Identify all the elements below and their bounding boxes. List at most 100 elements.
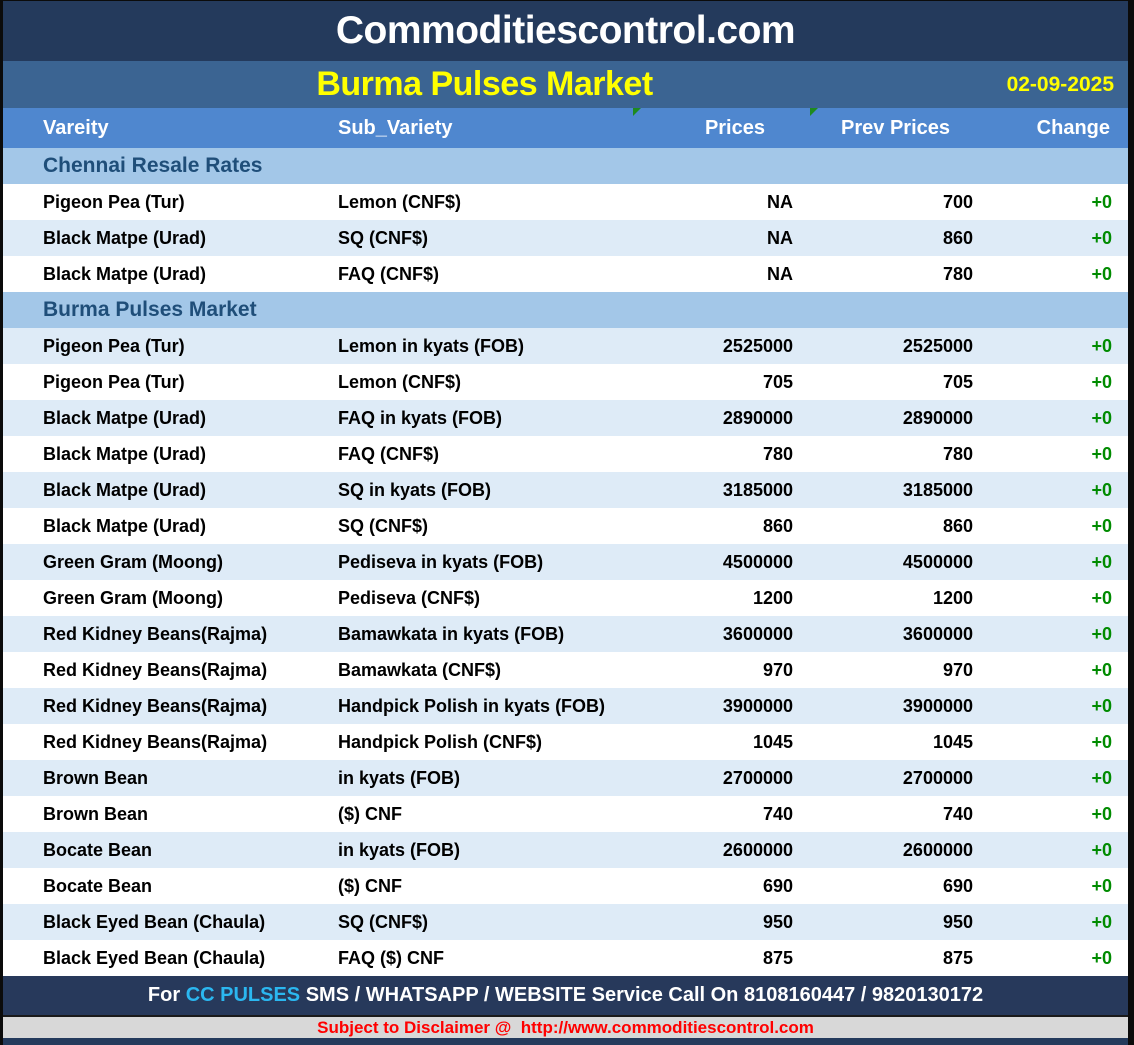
- price-cell: 740: [633, 796, 810, 832]
- prev-price-cell: 2600000: [810, 832, 990, 868]
- change-cell: +0: [990, 364, 1128, 400]
- price-cell: 950: [633, 904, 810, 940]
- report-title: Burma Pulses Market: [316, 65, 652, 104]
- sub-variety-cell: ($) CNF: [330, 796, 633, 832]
- variety-cell: Red Kidney Beans(Rajma): [3, 724, 330, 760]
- sub-variety-cell: ($) CNF: [330, 868, 633, 904]
- column-header-sub-variety: Sub_Variety: [330, 108, 633, 148]
- variety-cell: Black Matpe (Urad): [3, 436, 330, 472]
- table-row: Black Matpe (Urad)FAQ in kyats (FOB)2890…: [3, 400, 1128, 436]
- prev-price-cell: 875: [810, 940, 990, 976]
- sub-variety-cell: Bamawkata (CNF$): [330, 652, 633, 688]
- table-row: Red Kidney Beans(Rajma)Handpick Polish (…: [3, 724, 1128, 760]
- table-row: Green Gram (Moong)Pediseva in kyats (FOB…: [3, 544, 1128, 580]
- price-cell: 4500000: [633, 544, 810, 580]
- price-cell: 970: [633, 652, 810, 688]
- price-cell: 860: [633, 508, 810, 544]
- table-row: Red Kidney Beans(Rajma)Bamawkata in kyat…: [3, 616, 1128, 652]
- prev-price-cell: 780: [810, 436, 990, 472]
- variety-cell: Black Matpe (Urad): [3, 400, 330, 436]
- price-cell: 690: [633, 868, 810, 904]
- table-row: Pigeon Pea (Tur)Lemon (CNF$)NA700+0: [3, 184, 1128, 220]
- column-header-variety: Vareity: [3, 108, 330, 148]
- variety-cell: Brown Bean: [3, 760, 330, 796]
- variety-cell: Black Matpe (Urad): [3, 472, 330, 508]
- change-cell: +0: [990, 580, 1128, 616]
- change-cell: +0: [990, 832, 1128, 868]
- change-cell: +0: [990, 400, 1128, 436]
- variety-cell: Green Gram (Moong): [3, 580, 330, 616]
- sub-variety-cell: FAQ (CNF$): [330, 256, 633, 292]
- prev-price-cell: 690: [810, 868, 990, 904]
- change-cell: +0: [990, 724, 1128, 760]
- prev-price-cell: 3185000: [810, 472, 990, 508]
- sub-variety-cell: Handpick Polish in kyats (FOB): [330, 688, 633, 724]
- change-cell: +0: [990, 508, 1128, 544]
- prev-price-cell: 970: [810, 652, 990, 688]
- price-cell: NA: [633, 256, 810, 292]
- prev-price-cell: 2525000: [810, 328, 990, 364]
- price-cell: 3185000: [633, 472, 810, 508]
- table-row: Black Matpe (Urad)FAQ (CNF$)780780+0: [3, 436, 1128, 472]
- prev-price-cell: 4500000: [810, 544, 990, 580]
- sub-variety-cell: SQ (CNF$): [330, 220, 633, 256]
- column-header-change: Change: [990, 108, 1128, 148]
- service-brand: CC PULSES: [186, 984, 300, 1007]
- price-cell: 2700000: [633, 760, 810, 796]
- report-page: Commoditiescontrol.com Burma Pulses Mark…: [0, 0, 1134, 1045]
- change-cell: +0: [990, 688, 1128, 724]
- table-row: Black Matpe (Urad)SQ (CNF$)NA860+0: [3, 220, 1128, 256]
- variety-cell: Pigeon Pea (Tur): [3, 184, 330, 220]
- variety-cell: Red Kidney Beans(Rajma): [3, 688, 330, 724]
- price-cell: 1045: [633, 724, 810, 760]
- disclaimer-link[interactable]: http://www.commoditiescontrol.com: [521, 1018, 814, 1038]
- cell-note-triangle-icon: [810, 108, 818, 116]
- table-row: Red Kidney Beans(Rajma)Bamawkata (CNF$)9…: [3, 652, 1128, 688]
- table-row: Black Matpe (Urad)SQ (CNF$)860860+0: [3, 508, 1128, 544]
- sub-variety-cell: Lemon in kyats (FOB): [330, 328, 633, 364]
- variety-cell: Black Eyed Bean (Chaula): [3, 940, 330, 976]
- sub-variety-cell: SQ (CNF$): [330, 904, 633, 940]
- variety-cell: Green Gram (Moong): [3, 544, 330, 580]
- variety-cell: Pigeon Pea (Tur): [3, 328, 330, 364]
- sub-variety-cell: Handpick Polish (CNF$): [330, 724, 633, 760]
- change-cell: +0: [990, 796, 1128, 832]
- section-header-row: Burma Pulses Market: [3, 292, 1128, 328]
- service-prefix: For: [148, 984, 186, 1007]
- variety-cell: Brown Bean: [3, 796, 330, 832]
- prev-price-cell: 705: [810, 364, 990, 400]
- variety-cell: Red Kidney Beans(Rajma): [3, 616, 330, 652]
- table-row: Green Gram (Moong)Pediseva (CNF$)1200120…: [3, 580, 1128, 616]
- variety-cell: Pigeon Pea (Tur): [3, 364, 330, 400]
- table-row: Bocate Beanin kyats (FOB)26000002600000+…: [3, 832, 1128, 868]
- table-row: Pigeon Pea (Tur)Lemon in kyats (FOB) 2525…: [3, 328, 1128, 364]
- sub-variety-cell: SQ in kyats (FOB): [330, 472, 633, 508]
- prev-price-cell: 740: [810, 796, 990, 832]
- report-subtitle-bar: Burma Pulses Market 02-09-2025: [3, 61, 1128, 108]
- variety-cell: Black Matpe (Urad): [3, 256, 330, 292]
- change-cell: +0: [990, 868, 1128, 904]
- change-cell: +0: [990, 904, 1128, 940]
- sub-variety-cell: in kyats (FOB): [330, 760, 633, 796]
- table-body: Chennai Resale RatesPigeon Pea (Tur)Lemo…: [3, 148, 1128, 976]
- price-cell: NA: [633, 220, 810, 256]
- variety-cell: Black Matpe (Urad): [3, 508, 330, 544]
- column-header-prev-prices: Prev Prices: [810, 108, 990, 148]
- variety-cell: Black Eyed Bean (Chaula): [3, 904, 330, 940]
- sub-variety-cell: SQ (CNF$): [330, 508, 633, 544]
- prev-price-cell: 3900000: [810, 688, 990, 724]
- sub-variety-cell: in kyats (FOB): [330, 832, 633, 868]
- price-cell: NA: [633, 184, 810, 220]
- table-row: Black Eyed Bean (Chaula)FAQ ($) CNF87587…: [3, 940, 1128, 976]
- sub-variety-cell: Bamawkata in kyats (FOB): [330, 616, 633, 652]
- sub-variety-cell: Lemon (CNF$): [330, 364, 633, 400]
- section-title: Burma Pulses Market: [43, 298, 257, 322]
- price-cell: 2600000: [633, 832, 810, 868]
- disclaimer-text: Subject to Disclaimer @: [317, 1018, 521, 1038]
- table-row: Red Kidney Beans(Rajma)Handpick Polish i…: [3, 688, 1128, 724]
- table-row: Brown Beanin kyats (FOB)27000002700000+0: [3, 760, 1128, 796]
- prev-price-cell: 860: [810, 508, 990, 544]
- price-cell: 780: [633, 436, 810, 472]
- sub-variety-cell: FAQ (CNF$): [330, 436, 633, 472]
- site-title-bar: Commoditiescontrol.com: [3, 1, 1128, 61]
